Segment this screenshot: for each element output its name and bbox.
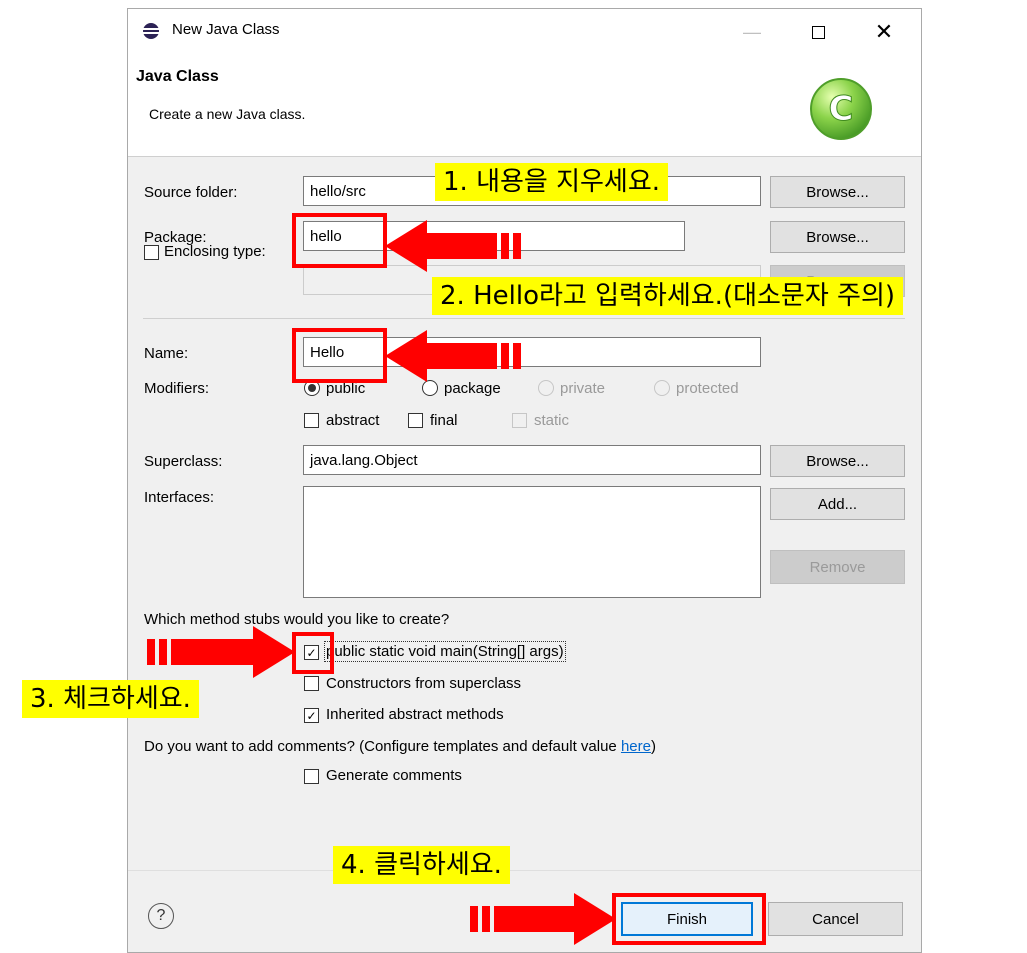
page-title: Java Class bbox=[136, 68, 219, 85]
enclosing-type-label: Enclosing type: bbox=[164, 243, 266, 260]
arrow-left-icon bbox=[385, 220, 531, 272]
constructors-checkbox[interactable] bbox=[304, 676, 319, 691]
annotation-step3: 3. 체크하세요. bbox=[22, 680, 199, 718]
modifier-package-radio[interactable] bbox=[422, 380, 438, 396]
close-button[interactable]: ✕ bbox=[858, 14, 910, 50]
annotation-step4: 4. 클릭하세요. bbox=[333, 846, 510, 884]
constructors-label: Constructors from superclass bbox=[326, 675, 522, 692]
annotation-step1: 1. 내용을 지우세요. bbox=[435, 163, 669, 201]
add-interface-button[interactable]: Add... bbox=[770, 488, 905, 520]
section-divider bbox=[143, 318, 905, 319]
java-class-wizard-icon: C bbox=[808, 76, 874, 142]
package-browse-button[interactable]: Browse... bbox=[770, 221, 905, 253]
comments-question-end: ) bbox=[650, 738, 656, 755]
static-label: static bbox=[534, 412, 570, 429]
superclass-field[interactable]: java.lang.Object bbox=[303, 445, 761, 475]
abstract-label: abstract bbox=[326, 412, 380, 429]
final-label: final bbox=[430, 412, 458, 429]
annotation-step2: 2. Hello라고 입력하세요.(대소문자 주의) bbox=[432, 277, 904, 315]
enclosing-type-checkbox[interactable] bbox=[144, 245, 159, 260]
package-highlight-box bbox=[292, 213, 387, 268]
modifier-protected-label: protected bbox=[676, 380, 739, 397]
inherited-methods-checkbox[interactable]: ✓ bbox=[304, 708, 319, 723]
arrow-left-icon bbox=[385, 330, 531, 382]
finish-highlight-box bbox=[612, 893, 766, 945]
interfaces-list[interactable] bbox=[303, 486, 761, 598]
window-title: New Java Class bbox=[172, 21, 280, 38]
modifiers-label: Modifiers: bbox=[144, 380, 210, 397]
main-checkbox-highlight-box bbox=[292, 632, 334, 674]
maximize-icon bbox=[811, 25, 825, 39]
interfaces-label: Interfaces: bbox=[144, 489, 215, 506]
abstract-checkbox[interactable] bbox=[304, 413, 319, 428]
final-checkbox[interactable] bbox=[408, 413, 423, 428]
remove-interface-button: Remove bbox=[770, 550, 905, 584]
source-folder-browse-button[interactable]: Browse... bbox=[770, 176, 905, 208]
superclass-label: Superclass: bbox=[144, 453, 223, 470]
superclass-browse-button[interactable]: Browse... bbox=[770, 445, 905, 477]
name-highlight-box bbox=[292, 328, 387, 383]
page-description: Create a new Java class. bbox=[149, 106, 306, 122]
static-checkbox bbox=[512, 413, 527, 428]
minimize-button[interactable]: — bbox=[726, 14, 778, 50]
cancel-button[interactable]: Cancel bbox=[768, 902, 903, 936]
footer-divider bbox=[128, 870, 921, 871]
templates-link[interactable]: here bbox=[621, 738, 651, 755]
arrow-right-icon bbox=[147, 626, 295, 678]
main-method-label: public static void main(String[] args) bbox=[324, 641, 566, 662]
comments-question-text: Do you want to add comments? (Configure … bbox=[144, 738, 621, 755]
modifier-protected-radio bbox=[654, 380, 670, 396]
modifier-private-label: private bbox=[560, 380, 606, 397]
generate-comments-label: Generate comments bbox=[326, 767, 462, 784]
inherited-methods-label: Inherited abstract methods bbox=[326, 706, 504, 723]
arrow-right-icon bbox=[470, 893, 616, 945]
comments-question: Do you want to add comments? (Configure … bbox=[144, 738, 656, 755]
svg-text:C: C bbox=[829, 89, 854, 129]
source-folder-label: Source folder: bbox=[144, 184, 238, 201]
help-icon[interactable]: ? bbox=[148, 903, 174, 929]
name-label: Name: bbox=[144, 345, 189, 362]
maximize-button[interactable] bbox=[792, 14, 844, 50]
modifier-package-label: package bbox=[444, 380, 501, 397]
generate-comments-checkbox[interactable] bbox=[304, 769, 319, 784]
modifier-private-radio bbox=[538, 380, 554, 396]
eclipse-app-icon bbox=[142, 22, 160, 40]
